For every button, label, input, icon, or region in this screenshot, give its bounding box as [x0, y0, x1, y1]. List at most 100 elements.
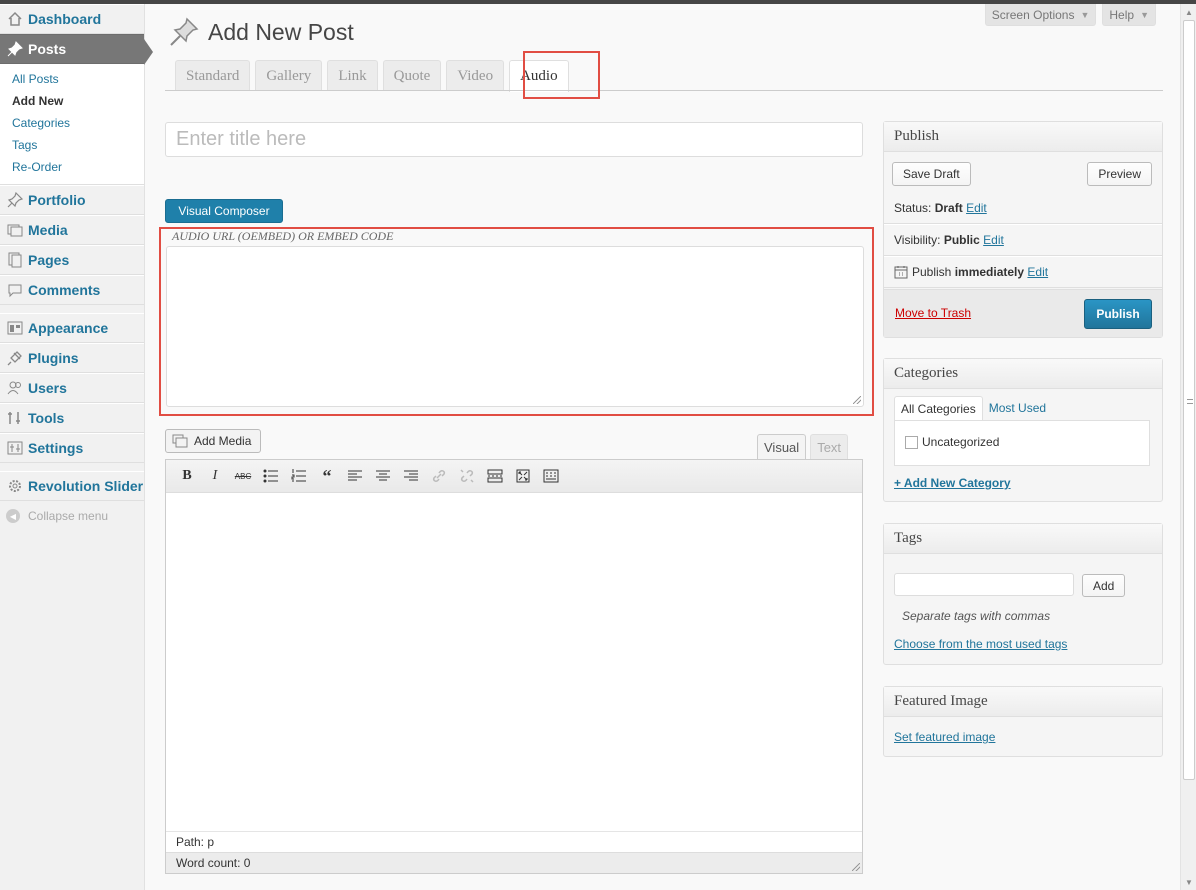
tools-icon — [6, 409, 24, 427]
scroll-up-icon[interactable]: ▲ — [1181, 4, 1196, 20]
featured-image-box: Featured Image Set featured image — [883, 686, 1163, 757]
bold-icon[interactable]: B — [176, 465, 198, 487]
edit-status-link[interactable]: Edit — [966, 201, 987, 215]
sidebar-item-users[interactable]: Users — [0, 373, 144, 403]
status-row: Status: Draft Edit — [884, 192, 1162, 224]
move-to-trash-link[interactable]: Move to Trash — [895, 306, 971, 320]
word-count: Word count: 0 — [166, 852, 862, 873]
categories-box-title: Categories — [884, 359, 1162, 389]
add-tag-button[interactable]: Add — [1082, 574, 1126, 597]
add-new-category-link[interactable]: + Add New Category — [894, 476, 1011, 490]
preview-button[interactable]: Preview — [1087, 162, 1152, 186]
posts-submenu: All Posts Add New Categories Tags Re-Ord… — [0, 64, 144, 185]
category-list: Uncategorized — [894, 420, 1150, 466]
collapse-arrow-icon: ◀ — [6, 509, 20, 523]
add-media-button[interactable]: Add Media — [165, 429, 261, 453]
submenu-categories[interactable]: Categories — [0, 112, 144, 134]
edit-visibility-link[interactable]: Edit — [983, 233, 1004, 247]
tab-divider — [165, 90, 1163, 91]
strikethrough-icon[interactable]: ABC — [232, 465, 254, 487]
tab-most-used[interactable]: Most Used — [983, 396, 1052, 420]
tab-all-categories[interactable]: All Categories — [894, 396, 983, 420]
pages-icon — [6, 251, 24, 269]
appearance-icon — [6, 319, 24, 337]
align-center-icon[interactable] — [372, 465, 394, 487]
settings-icon — [6, 439, 24, 457]
scroll-down-icon[interactable]: ▼ — [1181, 874, 1196, 890]
help-button[interactable]: Help ▼ — [1102, 4, 1156, 26]
unlink-icon[interactable] — [456, 465, 478, 487]
choose-tags-link[interactable]: Choose from the most used tags — [894, 637, 1067, 651]
bullet-list-icon[interactable] — [260, 465, 282, 487]
pushpin-icon — [168, 16, 200, 48]
category-checkbox[interactable] — [905, 435, 918, 449]
post-title-input[interactable]: Enter title here — [165, 122, 863, 157]
sidebar-item-settings[interactable]: Settings — [0, 433, 144, 463]
publish-box: Publish Save Draft Preview Status: Draft… — [883, 121, 1163, 338]
sidebar-item-plugins[interactable]: Plugins — [0, 343, 144, 373]
chevron-down-icon: ▼ — [1140, 9, 1149, 20]
media-icon — [172, 434, 188, 448]
sidebar-item-dashboard[interactable]: Dashboard — [0, 4, 144, 34]
sidebar-item-appearance[interactable]: Appearance — [0, 313, 144, 343]
submenu-all-posts[interactable]: All Posts — [0, 68, 144, 90]
categories-box: Categories All Categories Most Used Unca… — [883, 358, 1163, 502]
italic-icon[interactable]: I — [204, 465, 226, 487]
editor-path: Path: p — [166, 831, 862, 852]
tab-quote[interactable]: Quote — [382, 60, 442, 91]
tab-visual[interactable]: Visual — [757, 434, 807, 459]
tab-text[interactable]: Text — [810, 434, 849, 459]
fullscreen-icon[interactable] — [512, 465, 534, 487]
publish-actions: Move to Trash Publish — [884, 289, 1162, 337]
visibility-row: Visibility: Public Edit — [884, 224, 1162, 256]
sidebar-item-portfolio[interactable]: Portfolio — [0, 185, 144, 215]
sidebar-item-pages[interactable]: Pages — [0, 245, 144, 275]
tags-hint: Separate tags with commas — [902, 609, 1051, 623]
sidebar-item-posts[interactable]: Posts — [0, 34, 153, 65]
editor-toolbar: B I ABC “ — [166, 460, 862, 493]
pushpin-icon — [6, 191, 24, 209]
tag-input[interactable] — [894, 573, 1074, 596]
content-editor: B I ABC “ Path: p Word count: 0 — [165, 459, 863, 874]
tags-box: Tags Add Separate tags with commas Choos… — [883, 523, 1163, 665]
edit-publish-time-link[interactable]: Edit — [1027, 265, 1048, 279]
save-draft-button[interactable]: Save Draft — [892, 162, 971, 186]
scrollbar-thumb[interactable] — [1183, 20, 1195, 780]
comments-icon — [6, 281, 24, 299]
tab-gallery[interactable]: Gallery — [255, 60, 323, 91]
sidebar-item-revolution-slider[interactable]: Revolution Slider — [0, 471, 144, 501]
sidebar-item-tools[interactable]: Tools — [0, 403, 144, 433]
submenu-re-order[interactable]: Re-Order — [0, 156, 144, 178]
numbered-list-icon[interactable] — [288, 465, 310, 487]
sidebar-item-media[interactable]: Media — [0, 215, 144, 245]
audio-url-label: AUDIO URL (OEMBED) OR EMBED CODE — [172, 229, 394, 243]
screen-options-button[interactable]: Screen Options ▼ — [984, 4, 1097, 26]
audio-embed-textarea[interactable] — [166, 246, 864, 407]
align-left-icon[interactable] — [344, 465, 366, 487]
vertical-scrollbar[interactable]: ▲ ▼ — [1180, 4, 1196, 890]
align-right-icon[interactable] — [400, 465, 422, 487]
collapse-menu[interactable]: ◀ Collapse menu — [0, 501, 144, 531]
sidebar-item-comments[interactable]: Comments — [0, 275, 144, 305]
editor-mode-tabs: Visual Text — [757, 434, 849, 459]
blockquote-icon[interactable]: “ — [316, 465, 338, 487]
resize-handle[interactable] — [853, 396, 861, 404]
kitchen-sink-icon[interactable] — [540, 465, 562, 487]
post-format-tabs: Standard Gallery Link Quote Video Audio — [175, 60, 569, 92]
visual-composer-button[interactable]: Visual Composer — [165, 199, 283, 223]
featured-image-title: Featured Image — [884, 687, 1162, 717]
link-icon[interactable] — [428, 465, 450, 487]
tab-link[interactable]: Link — [327, 60, 378, 91]
publish-time-row: Publish immediately Edit — [884, 256, 1162, 288]
set-featured-image-link[interactable]: Set featured image — [894, 730, 995, 744]
resize-handle[interactable] — [852, 863, 860, 871]
media-icon — [6, 221, 24, 239]
more-tag-icon[interactable] — [484, 465, 506, 487]
dashboard-icon — [6, 10, 24, 28]
tab-standard[interactable]: Standard — [175, 60, 251, 91]
submenu-add-new[interactable]: Add New — [0, 90, 144, 112]
publish-button[interactable]: Publish — [1084, 299, 1152, 329]
submenu-tags[interactable]: Tags — [0, 134, 144, 156]
tab-video[interactable]: Video — [446, 60, 505, 91]
page-heading: Add New Post — [168, 16, 354, 48]
